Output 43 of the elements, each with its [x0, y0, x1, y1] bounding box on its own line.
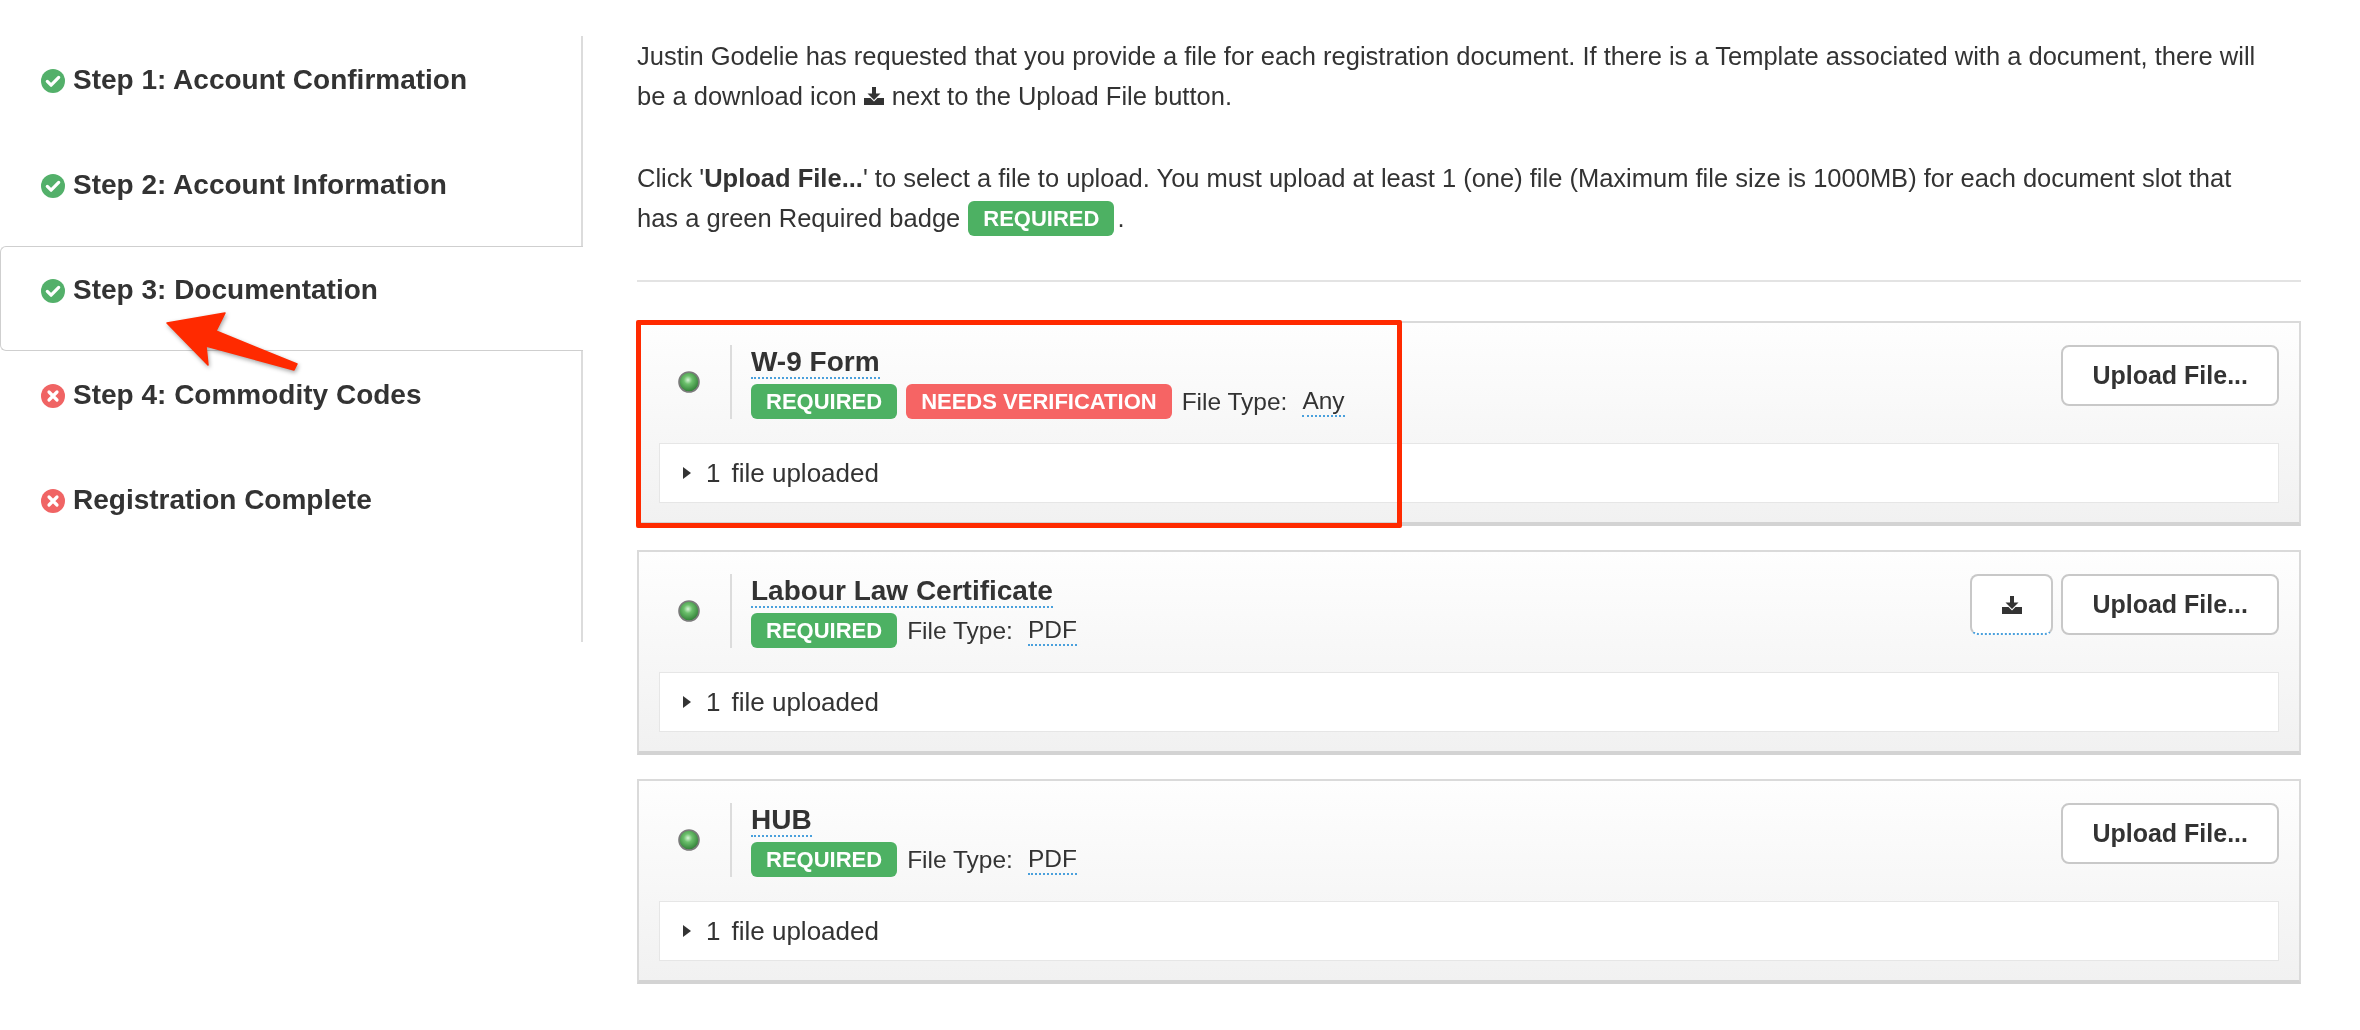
sidebar-item[interactable]: Registration Complete: [0, 456, 581, 561]
required-badge: REQUIRED: [751, 613, 898, 648]
download-icon: [863, 87, 884, 105]
status-dot-icon: [678, 371, 700, 393]
document-title: W-9 Form: [751, 346, 880, 379]
caret-right-icon[interactable]: [683, 696, 691, 708]
file-type-label: File Type:: [907, 845, 1013, 874]
file-type-value: PDF: [1027, 615, 1077, 646]
status-dot-icon: [678, 829, 700, 851]
file-type-label: File Type:: [907, 616, 1013, 645]
caret-right-icon[interactable]: [683, 925, 691, 937]
intro-text: Click 'Upload File...' to select a file to upload. You must upload at least 1 (one) file (Maximum file size is 1000MB) for each document slot that: [637, 163, 2232, 194]
file-count-label: file uploaded: [731, 686, 879, 718]
intro-text: has a green Required badge: [637, 203, 961, 234]
required-badge: REQUIRED: [751, 384, 898, 419]
required-badge: REQUIRED: [968, 200, 1115, 236]
upload-file-button[interactable]: Upload File...: [2061, 803, 2279, 864]
intro-text: next to the Upload File button.: [891, 81, 1232, 112]
sidebar-item[interactable]: Step 2: Account Information: [0, 141, 581, 246]
intro-text: be a download icon: [637, 81, 857, 112]
file-count: 1: [706, 686, 721, 718]
file-type-value: PDF: [1027, 844, 1077, 875]
sidebar-item[interactable]: Step 3: Documentation: [0, 246, 583, 351]
upload-file-button[interactable]: Upload File...: [2061, 345, 2279, 406]
file-type-value: Any: [1302, 386, 1345, 417]
file-count-label: file uploaded: [731, 457, 879, 489]
sidebar-item[interactable]: Step 4: Commodity Codes: [0, 351, 581, 456]
download-icon: [2001, 595, 2022, 614]
required-badge: REQUIRED: [751, 842, 898, 877]
intro-text: .: [1117, 203, 1125, 234]
upload-file-button[interactable]: Upload File...: [2061, 574, 2279, 635]
verification-badge: NEEDS VERIFICATION: [906, 384, 1172, 419]
document-title: HUB: [751, 804, 812, 837]
file-count: 1: [706, 915, 721, 947]
download-template-button[interactable]: [1970, 574, 2054, 635]
status-dot-icon: [678, 600, 700, 622]
file-count: 1: [706, 457, 721, 489]
file-count-label: file uploaded: [731, 915, 879, 947]
document-title: Labour Law Certificate: [751, 575, 1053, 608]
intro-text: Justin Godelie has requested that you provide a file for each registration document. If there is a Template associated with a document, there will: [637, 41, 2256, 72]
file-type-label: File Type:: [1181, 387, 1288, 416]
caret-right-icon[interactable]: [683, 467, 691, 479]
sidebar-item[interactable]: Step 1: Account Confirmation: [0, 36, 581, 141]
